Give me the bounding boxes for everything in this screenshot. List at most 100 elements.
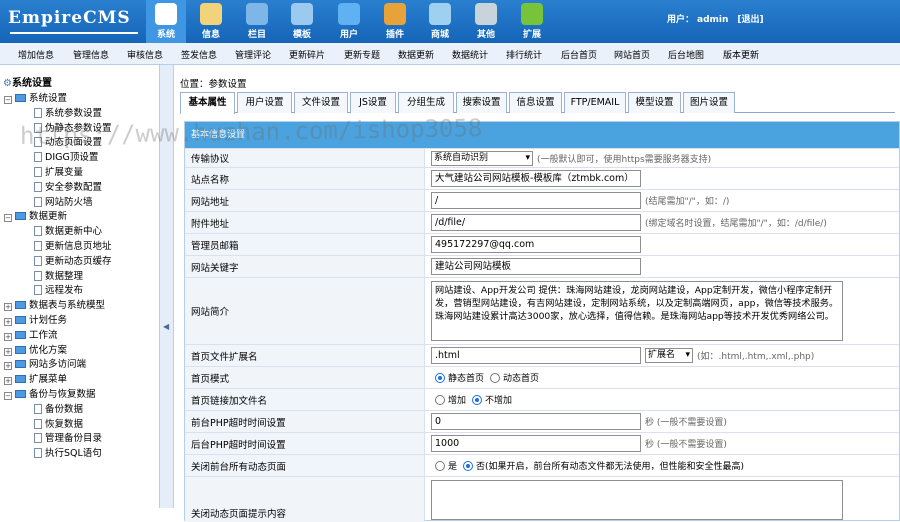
keywords-input[interactable]: 建站公司网站模板 [431, 258, 641, 275]
quick-link[interactable]: 增加信息 [18, 48, 54, 61]
top-menu-label: 商城 [430, 30, 449, 40]
quick-link[interactable]: 签发信息 [181, 48, 217, 61]
logout-link[interactable]: [退出] [737, 15, 763, 25]
sidebar-folder[interactable]: − 数据更新 [4, 208, 67, 223]
site-name-input[interactable]: 大气建站公司网站模板-模板库（ztmbk.com） [431, 170, 641, 187]
close-dynamic-no-radio[interactable] [463, 460, 474, 471]
ext-select[interactable]: 扩展名 [645, 348, 693, 363]
quick-link[interactable]: 管理信息 [73, 48, 109, 61]
sidebar-folder[interactable]: − 备份与恢复数据 [4, 386, 96, 400]
top-menu-notepad[interactable]: 信息 [191, 0, 231, 43]
quick-link[interactable]: 数据更新 [398, 48, 434, 61]
top-menu-label: 扩展 [522, 30, 541, 40]
quick-link[interactable]: 排行统计 [506, 48, 542, 61]
site-url-input[interactable]: / [431, 192, 641, 209]
sidebar-item[interactable]: 安全参数配置 [34, 179, 102, 193]
top-menu-system[interactable]: 系统 [146, 0, 186, 43]
expand-toggle-icon[interactable]: − [4, 392, 12, 400]
sidebar-item[interactable]: 系统参数设置 [34, 105, 102, 119]
expand-toggle-icon[interactable]: + [4, 362, 12, 371]
close-dynamic-yes-radio[interactable] [435, 460, 445, 471]
no-filename-radio[interactable] [472, 394, 483, 405]
plus-circle-icon [521, 3, 543, 25]
static-index-radio[interactable] [435, 372, 445, 383]
attach-url-input[interactable]: /d/file/ [431, 214, 641, 231]
attach-url-label: 附件地址 [185, 212, 425, 233]
tab[interactable]: 搜索设置 [456, 92, 507, 113]
collapse-arrow-icon[interactable]: ◀ [163, 322, 169, 331]
tab[interactable]: 基本属性 [180, 92, 235, 114]
sidebar-item[interactable]: 更新信息页地址 [34, 238, 112, 252]
sidebar-item[interactable]: 管理备份目录 [34, 430, 102, 444]
front-timeout-input[interactable]: 0 [431, 413, 641, 430]
sidebar-item[interactable]: 网站防火墙 [34, 194, 93, 208]
tab[interactable]: 信息设置 [509, 92, 562, 113]
quick-link[interactable]: 后台地图 [668, 48, 704, 61]
tab[interactable]: FTP/EMAIL [564, 92, 626, 113]
sidebar-folder[interactable]: + 计划任务 [4, 312, 67, 326]
expand-toggle-icon[interactable]: + [4, 332, 12, 341]
sidebar-folder[interactable]: + 扩展菜单 [4, 371, 67, 386]
expand-toggle-icon[interactable]: + [4, 303, 12, 312]
sidebar-item[interactable]: 伪静态参数设置 [34, 120, 112, 134]
expand-toggle-icon[interactable]: − [4, 214, 12, 223]
sidebar-folder[interactable]: + 数据表与系统模型 [4, 297, 105, 312]
top-menu-user[interactable]: 用户 [329, 0, 369, 43]
sidebar-title: ⚙系统设置 [3, 78, 52, 89]
protocol-select[interactable]: 系统自动识别 [431, 150, 533, 166]
expand-toggle-icon[interactable]: + [4, 318, 12, 326]
tab[interactable]: JS设置 [350, 92, 396, 113]
expand-toggle-icon[interactable]: − [4, 96, 12, 104]
panel-title: 基本信息设置 [185, 122, 899, 148]
tab[interactable]: 图片设置 [683, 92, 735, 113]
sidebar-item[interactable]: DIGG顶设置 [34, 149, 98, 163]
top-menu-shop[interactable]: 商城 [420, 0, 460, 43]
back-timeout-input[interactable]: 1000 [431, 435, 641, 452]
close-tip-textarea[interactable] [431, 480, 843, 520]
quick-link[interactable]: 版本更新 [723, 48, 759, 61]
quick-link[interactable]: 数据统计 [452, 48, 488, 61]
row-intro: 网站简介 网站建设、App开发公司 提供：珠海网站建设，龙岗网站建设，App定制… [185, 277, 899, 344]
top-menu-plus-circle[interactable]: 扩展 [512, 0, 552, 43]
tab[interactable]: 文件设置 [294, 92, 348, 113]
sidebar-folder[interactable]: + 优化方案 [4, 342, 67, 356]
ext-input[interactable]: .html [431, 347, 641, 364]
dynamic-index-radio[interactable] [490, 372, 501, 383]
quick-link[interactable]: 审核信息 [127, 48, 163, 61]
add-filename-radio[interactable] [435, 394, 445, 405]
sidebar-item[interactable]: 扩展变量 [34, 164, 83, 178]
quick-link[interactable]: 更新专题 [344, 48, 380, 61]
top-header: EmpireCMS 系统 信息 栏目 模板 用户 插件 商城 其他 扩展 用户： admin [退出… [0, 0, 900, 43]
sidebar-item[interactable]: 远程发布 [34, 282, 83, 296]
sidebar-item[interactable]: 数据整理 [34, 268, 83, 282]
sidebar-splitter[interactable]: ◀ [160, 65, 174, 508]
quick-link[interactable]: 后台首页 [561, 48, 597, 61]
empirecms-logo[interactable]: EmpireCMS [8, 8, 138, 36]
sidebar-item-label: 优化方案 [29, 344, 68, 356]
admin-email-input[interactable]: 495172297@qq.com [431, 236, 641, 253]
sidebar-item[interactable]: 备份数据 [34, 401, 83, 415]
top-menu-template[interactable]: 模板 [282, 0, 322, 43]
sidebar-folder[interactable]: + 网站多访问端 [4, 356, 86, 371]
sidebar-item[interactable]: 执行SQL语句 [34, 445, 102, 459]
quick-link[interactable]: 管理评论 [235, 48, 271, 61]
top-menu-tools[interactable]: 插件 [375, 0, 415, 43]
expand-toggle-icon[interactable]: + [4, 347, 12, 356]
sidebar-item[interactable]: 动态页面设置 [34, 134, 102, 148]
quick-link[interactable]: 更新碎片 [289, 48, 325, 61]
tools-icon [384, 3, 406, 25]
tab[interactable]: 模型设置 [628, 92, 681, 113]
sidebar-item[interactable]: 更新动态页缓存 [34, 253, 112, 267]
tab[interactable]: 分组生成 [398, 92, 454, 113]
no-filename-label: 不增加 [485, 396, 513, 406]
tab[interactable]: 用户设置 [237, 92, 292, 113]
quick-link[interactable]: 网站首页 [614, 48, 650, 61]
sidebar-item[interactable]: 数据更新中心 [34, 223, 102, 237]
expand-toggle-icon[interactable]: + [4, 377, 12, 386]
top-menu-folder[interactable]: 栏目 [237, 0, 277, 43]
sidebar-folder[interactable]: − 系统设置 [4, 90, 67, 104]
sidebar-folder[interactable]: + 工作流 [4, 327, 58, 341]
intro-textarea[interactable]: 网站建设、App开发公司 提供：珠海网站建设，龙岗网站建设，App定制开发，微信… [431, 281, 843, 341]
top-menu-gear[interactable]: 其他 [466, 0, 506, 43]
sidebar-item[interactable]: 恢复数据 [34, 416, 83, 430]
